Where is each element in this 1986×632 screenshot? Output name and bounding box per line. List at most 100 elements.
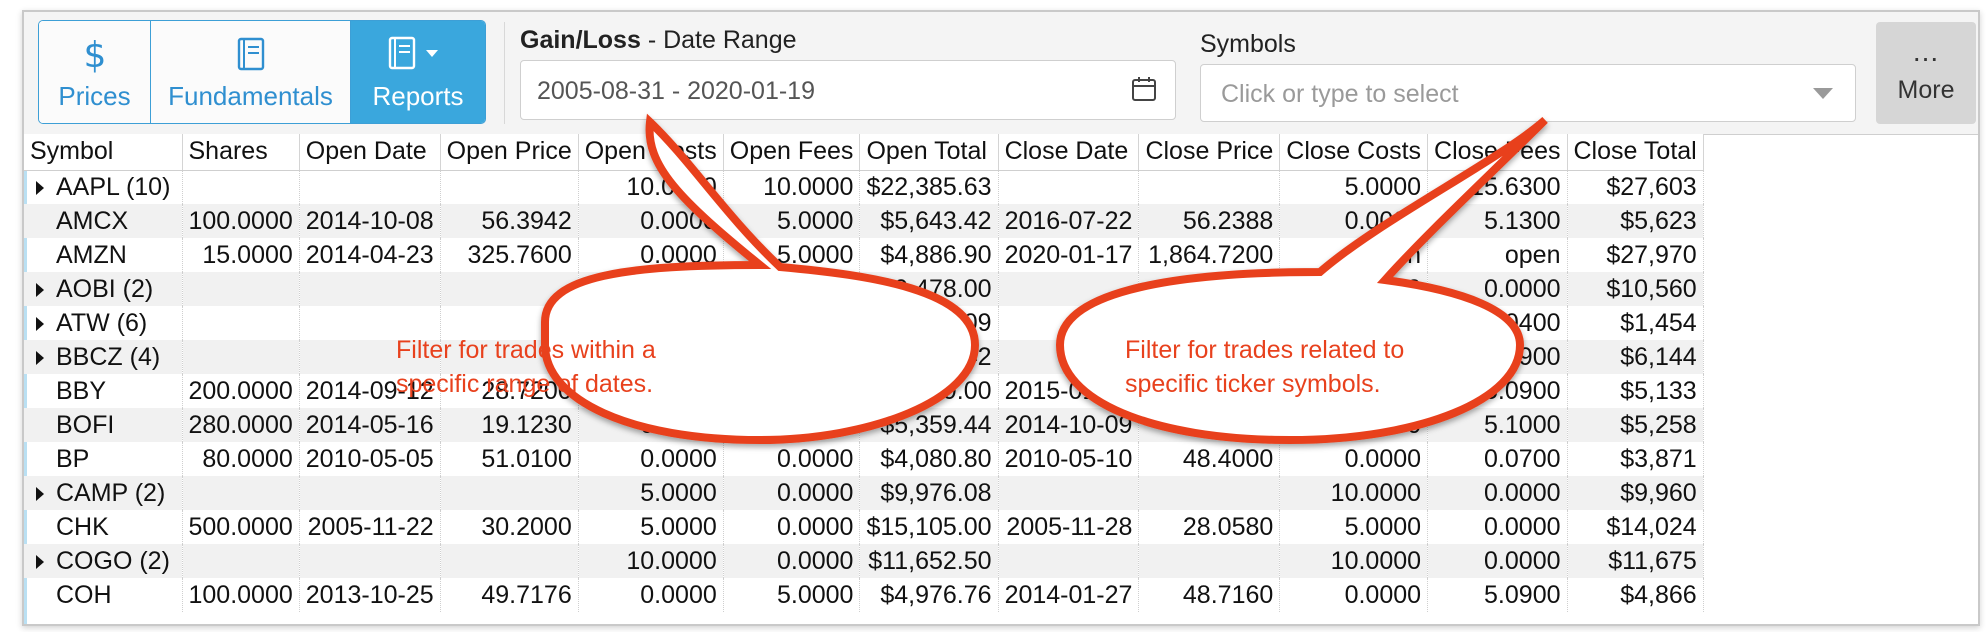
table-row[interactable]: BBCZ (4) 15.0000 0.0000 $21,407.42 5.0100 0.0… [24, 340, 1704, 374]
expand-triangle-icon[interactable] [36, 350, 44, 365]
table-row[interactable]: CHK 500.0000 2005-11-22 30.2000 5.0000 0.0000… [24, 510, 1704, 544]
table-cell: $5,258 [1567, 408, 1704, 442]
symbol-label: BBCZ (4) [56, 342, 161, 371]
table-cell: $4,866 [1567, 578, 1704, 612]
symbol-cell: ATW (6) [24, 306, 183, 340]
table-cell [998, 306, 1140, 340]
expand-triangle-icon[interactable] [36, 181, 44, 196]
date-range-label: Gain/Loss - Date Range [520, 26, 797, 54]
table-row[interactable]: AMCX 100.0000 2014-10-08 56.3942 0.0000 5.000… [24, 204, 1704, 238]
table-cell: 28.0580 [1138, 510, 1281, 544]
symbol-label: AMZN [56, 240, 127, 269]
column-header[interactable]: Open Costs [578, 134, 724, 171]
table-row[interactable]: ATW (6) 10.0000 0.0000 $4,781.09 0.0000 5.040… [24, 306, 1704, 340]
symbol-label: BP [56, 444, 90, 473]
table-cell: 56.2388 [1138, 204, 1281, 238]
symbol-cell: COH [24, 578, 183, 612]
expand-triangle-icon[interactable] [36, 554, 44, 569]
table-row[interactable]: BBY 200.0000 2014-09-12 28.7200 0.0000 5.0000… [24, 374, 1704, 408]
table-cell: 0.0000 [578, 204, 724, 238]
table-cell: 100.0000 [182, 204, 300, 238]
table-cell: $4,781.09 [859, 306, 999, 340]
table-cell: 2020-01-17 [998, 238, 1140, 272]
symbol-label: ATW (6) [56, 308, 148, 337]
table-row[interactable]: CAMP (2) 5.0000 0.0000 $9,976.08 10.0000 0.00… [24, 476, 1704, 510]
table-cell: 5.0000 [723, 374, 861, 408]
symbols-callout-text: Filter for trades related to specific tic… [1125, 336, 1405, 398]
table-cell: $9,976.08 [859, 476, 999, 510]
prices-button[interactable]: $ Prices [39, 21, 151, 123]
report-icon [386, 33, 450, 75]
table-cell: 10.0000 [1279, 272, 1429, 306]
table-cell: 5.0000 [578, 476, 724, 510]
table-cell: 0.0000 [578, 578, 724, 612]
table-row[interactable]: AOBI (2) 10.0000 0.0000 $9,478.00 10.0000 0.0… [24, 272, 1704, 306]
expand-triangle-icon[interactable] [36, 486, 44, 501]
calendar-icon[interactable] [1131, 75, 1157, 108]
column-header[interactable]: Close Costs [1279, 134, 1429, 171]
table-cell [299, 170, 441, 204]
table-row[interactable]: COH 100.0000 2013-10-25 49.7176 0.0000 5.0000… [24, 578, 1704, 612]
table-cell: 2016-07-22 [998, 204, 1140, 238]
symbols-placeholder: Click or type to select [1221, 80, 1459, 108]
date-range-input[interactable]: 2005-08-31 - 2020-01-19 [520, 60, 1176, 120]
table-cell [299, 272, 441, 306]
table-cell [1138, 272, 1281, 306]
table-row[interactable]: AAPL (10) 10.0000 10.0000 $22,385.63 5.0000 1… [24, 170, 1704, 204]
column-header[interactable]: Close Date [998, 134, 1140, 171]
column-header[interactable]: Open Fees [723, 134, 861, 171]
table-cell [998, 476, 1140, 510]
table-row[interactable]: AMZN 15.0000 2014-04-23 325.7600 0.0000 5.000… [24, 238, 1704, 272]
table-cell: 280.0000 [182, 408, 300, 442]
reports-button[interactable]: Reports [351, 21, 485, 123]
table-cell: 49.7176 [440, 578, 579, 612]
table-cell: 100.0000 [182, 578, 300, 612]
table-cell: 2014-04-23 [299, 238, 441, 272]
table-cell: $10,560 [1567, 272, 1704, 306]
table-cell [299, 476, 441, 510]
expand-triangle-icon[interactable] [36, 316, 44, 331]
table-cell: 0.0000 [1427, 272, 1568, 306]
table-cell: 0.0000 [723, 272, 861, 306]
table-cell: 80.0000 [182, 442, 300, 476]
table-cell: 5.0000 [723, 204, 861, 238]
toolbar-divider [504, 22, 505, 124]
expand-triangle-icon[interactable] [36, 282, 44, 297]
app-window: $ Prices Fundamentals Reports Gain/Loss … [22, 10, 1980, 626]
table-cell: $11,675 [1567, 544, 1704, 578]
table-cell [998, 170, 1140, 204]
table-cell: 56.3942 [440, 204, 579, 238]
table-cell: 5.0000 [578, 510, 724, 544]
column-header[interactable]: Shares [182, 134, 300, 171]
table-cell: 0.0000 [578, 238, 724, 272]
column-header[interactable]: Close Price [1138, 134, 1281, 171]
table-cell: 0.0000 [723, 442, 861, 476]
column-header[interactable]: Open Total [859, 134, 999, 171]
table-cell: $14,024 [1567, 510, 1704, 544]
chevron-down-icon[interactable] [1813, 87, 1833, 105]
more-button[interactable]: ... More [1876, 22, 1976, 124]
table-cell [440, 272, 579, 306]
column-header[interactable]: Close Total [1567, 134, 1704, 171]
fundamentals-button[interactable]: Fundamentals [151, 21, 351, 123]
symbols-select[interactable]: Click or type to select [1200, 64, 1856, 122]
table-row[interactable]: BP 80.0000 2010-05-05 51.0100 0.0000 0.0000 $4… [24, 442, 1704, 476]
table-cell: 0.0000 [578, 408, 724, 442]
table-cell: 0.0000 [578, 442, 724, 476]
table-cell: 325.7600 [440, 238, 579, 272]
table-row[interactable]: BOFI 280.0000 2014-05-16 19.1230 0.0000 5.000… [24, 408, 1704, 442]
table-row[interactable]: COGO (2) 10.0000 0.0000 $11,652.50 10.0000 0.… [24, 544, 1704, 578]
column-header[interactable]: Open Price [440, 134, 579, 171]
column-header[interactable]: Close Fees [1427, 134, 1568, 171]
table-cell [182, 170, 300, 204]
table-cell [1138, 170, 1281, 204]
column-header[interactable]: Symbol [24, 134, 183, 171]
column-header[interactable]: Open Date [299, 134, 441, 171]
table-cell: 2010-05-10 [998, 442, 1140, 476]
table-cell: 5.0900 [1427, 578, 1568, 612]
table-cell: open [1279, 238, 1429, 272]
symbol-cell: AAPL (10) [24, 170, 183, 204]
symbol-cell: CHK [24, 510, 183, 544]
fundamentals-button-label: Fundamentals [168, 80, 333, 111]
symbol-label: AMCX [56, 206, 129, 235]
